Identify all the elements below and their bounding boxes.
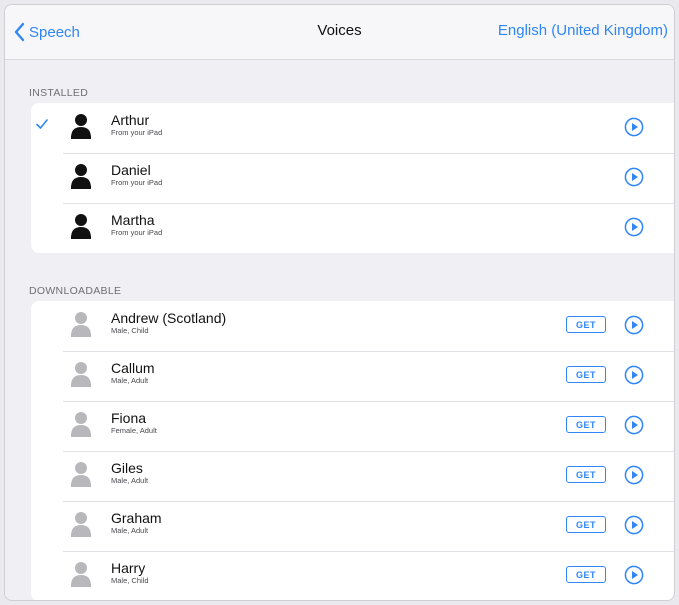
voice-info: Andrew (Scotland) Male, Child bbox=[111, 310, 226, 336]
voice-info: Graham Male, Adult bbox=[111, 510, 162, 536]
language-selector[interactable]: English (United Kingdom) bbox=[498, 22, 668, 39]
voice-name: Daniel bbox=[111, 162, 151, 178]
voice-row[interactable]: Harry Male, Child GET bbox=[31, 551, 674, 600]
play-circle-icon[interactable] bbox=[624, 167, 644, 187]
downloadable-section-header: DOWNLOADABLE bbox=[29, 285, 122, 297]
voice-row[interactable]: Callum Male, Adult GET bbox=[31, 351, 674, 401]
voice-info: Martha From your iPad bbox=[111, 212, 162, 238]
voice-name: Harry bbox=[111, 560, 146, 576]
person-silhouette-icon bbox=[69, 112, 93, 140]
get-button[interactable]: GET bbox=[566, 316, 606, 333]
person-silhouette-icon bbox=[69, 460, 93, 488]
downloadable-voices-list: Andrew (Scotland) Male, Child GET Callum Mal… bbox=[31, 301, 674, 600]
voice-description: From your iPad bbox=[111, 228, 163, 237]
play-circle-icon[interactable] bbox=[624, 565, 644, 585]
get-button[interactable]: GET bbox=[566, 366, 606, 383]
voice-info: Giles Male, Adult bbox=[111, 460, 148, 486]
voice-name: Callum bbox=[111, 360, 155, 376]
person-silhouette-icon bbox=[69, 310, 93, 338]
play-circle-icon[interactable] bbox=[624, 315, 644, 335]
checkmark-icon bbox=[35, 117, 49, 131]
voice-row[interactable]: Giles Male, Adult GET bbox=[31, 451, 674, 501]
voice-name: Fiona bbox=[111, 410, 147, 426]
get-button[interactable]: GET bbox=[566, 566, 606, 583]
voice-info: Harry Male, Child bbox=[111, 560, 149, 586]
voice-description: Male, Child bbox=[111, 326, 149, 335]
voice-row[interactable]: Daniel From your iPad bbox=[31, 153, 674, 203]
voice-name: Andrew (Scotland) bbox=[111, 310, 227, 326]
voice-description: From your iPad bbox=[111, 178, 163, 187]
play-circle-icon[interactable] bbox=[624, 415, 644, 435]
voice-description: Female, Adult bbox=[111, 426, 157, 435]
voice-description: Male, Adult bbox=[111, 526, 149, 535]
voice-name: Giles bbox=[111, 460, 143, 476]
navigation-bar: Speech Voices English (United Kingdom) bbox=[5, 5, 674, 60]
voice-info: Arthur From your iPad bbox=[111, 112, 162, 138]
person-silhouette-icon bbox=[69, 360, 93, 388]
play-circle-icon[interactable] bbox=[624, 515, 644, 535]
play-circle-icon[interactable] bbox=[624, 117, 644, 137]
voice-row[interactable]: Arthur From your iPad bbox=[31, 103, 674, 153]
voice-name: Martha bbox=[111, 212, 155, 228]
get-button[interactable]: GET bbox=[566, 416, 606, 433]
voice-info: Callum Male, Adult bbox=[111, 360, 155, 386]
voice-name: Graham bbox=[111, 510, 162, 526]
voices-screen: Speech Voices English (United Kingdom) I… bbox=[4, 4, 675, 601]
person-silhouette-icon bbox=[69, 162, 93, 190]
play-circle-icon[interactable] bbox=[624, 217, 644, 237]
voice-name: Arthur bbox=[111, 112, 150, 128]
voice-description: Male, Adult bbox=[111, 476, 149, 485]
person-silhouette-icon bbox=[69, 410, 93, 438]
get-button[interactable]: GET bbox=[566, 516, 606, 533]
play-circle-icon[interactable] bbox=[624, 365, 644, 385]
voice-info: Daniel From your iPad bbox=[111, 162, 162, 188]
person-silhouette-icon bbox=[69, 510, 93, 538]
installed-section-header: INSTALLED bbox=[29, 87, 89, 99]
play-circle-icon[interactable] bbox=[624, 465, 644, 485]
voice-row[interactable]: Fiona Female, Adult GET bbox=[31, 401, 674, 451]
voice-row[interactable]: Andrew (Scotland) Male, Child GET bbox=[31, 301, 674, 351]
voice-row[interactable]: Martha From your iPad bbox=[31, 203, 674, 253]
person-silhouette-icon bbox=[69, 560, 93, 588]
voice-description: Male, Adult bbox=[111, 376, 149, 385]
voice-info: Fiona Female, Adult bbox=[111, 410, 157, 436]
voice-description: From your iPad bbox=[111, 128, 163, 137]
get-button[interactable]: GET bbox=[566, 466, 606, 483]
person-silhouette-icon bbox=[69, 212, 93, 240]
voice-description: Male, Child bbox=[111, 576, 149, 585]
installed-voices-list: Arthur From your iPad Daniel From your iPad… bbox=[31, 103, 674, 253]
voice-row[interactable]: Graham Male, Adult GET bbox=[31, 501, 674, 551]
